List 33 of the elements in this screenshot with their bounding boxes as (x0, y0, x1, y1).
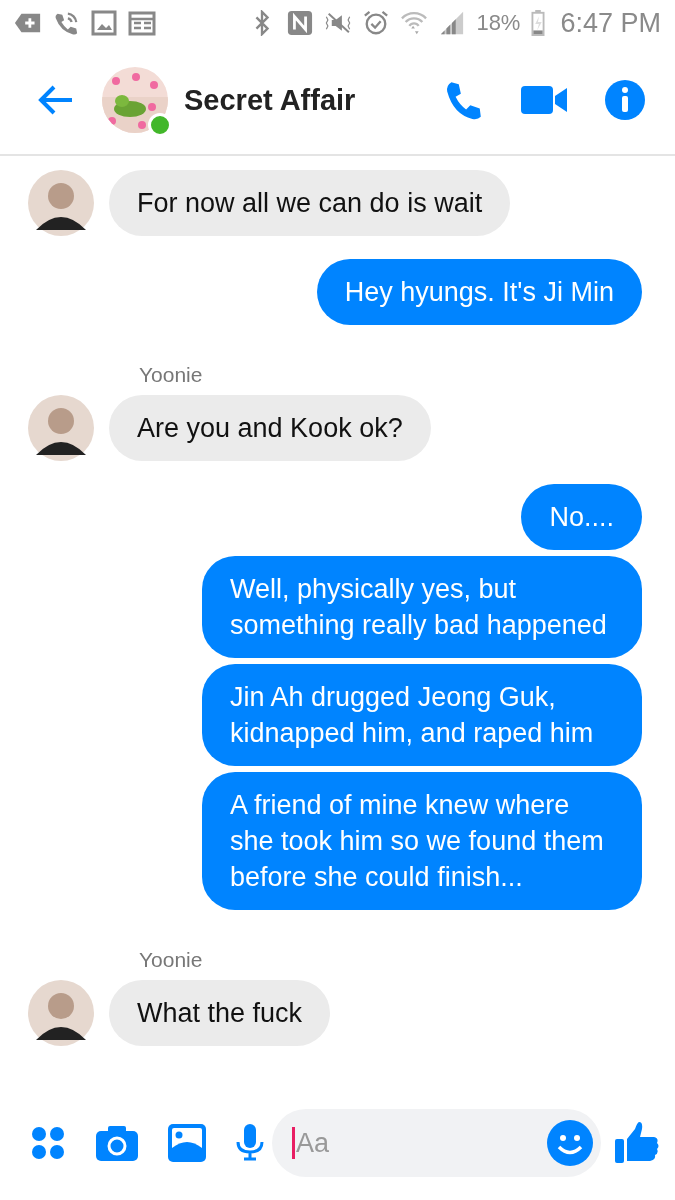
battery-percent: 18% (476, 10, 521, 36)
message-bubble: A friend of mine knew where she took him so we found them before she could finish... (202, 772, 642, 910)
image-icon (90, 10, 118, 36)
message-bubble: What the fuck (109, 980, 331, 1046)
message-bubble: No.... (521, 484, 642, 550)
wifi-icon (400, 10, 429, 36)
sender-name: Yoonie (139, 363, 203, 387)
battery-icon (530, 10, 547, 36)
camera-button[interactable] (96, 1125, 138, 1161)
composer-field[interactable]: Aa (272, 1109, 601, 1177)
avatar[interactable] (28, 980, 94, 1046)
clock-time: 6:47 PM (560, 7, 661, 39)
sender-name: Yoonie (139, 948, 203, 972)
like-button[interactable] (615, 1121, 659, 1165)
message-bubble: Hey hyungs. It's Ji Min (316, 259, 642, 325)
emoji-icon[interactable] (547, 1120, 593, 1166)
avatar[interactable] (28, 170, 94, 236)
message-input[interactable]: Aa (295, 1127, 547, 1159)
calendar-icon (128, 10, 156, 36)
mute-icon (324, 10, 353, 36)
message-bubble: Well, physically yes, but something really bad happened (202, 556, 642, 658)
message-bubble: For now all we can do is wait (109, 170, 511, 236)
nfc-icon (286, 10, 315, 36)
microphone-button[interactable] (236, 1124, 264, 1162)
message-bubble: Are you and Kook ok? (109, 395, 431, 461)
video-call-button[interactable] (521, 84, 569, 116)
more-button[interactable] (30, 1125, 66, 1161)
info-button[interactable] (605, 80, 645, 120)
avatar[interactable] (28, 395, 94, 461)
gallery-button[interactable] (168, 1124, 206, 1162)
conversation-title[interactable]: Secret Affair (184, 83, 356, 117)
alarm-icon (362, 10, 391, 36)
message-bubble: Jin Ah drugged Jeong Guk, kidnapped him, and raped him (202, 664, 642, 766)
